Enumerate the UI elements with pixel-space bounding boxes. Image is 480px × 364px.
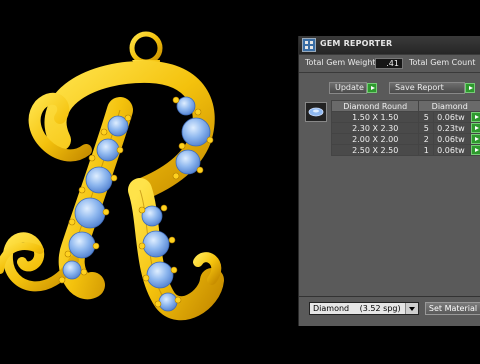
- panel-title: GEM REPORTER: [320, 39, 392, 48]
- bail-ring: [132, 34, 160, 62]
- table-row[interactable]: 2.50 X 2.50 1 0.06tw: [332, 145, 480, 156]
- row-go-cell[interactable]: [470, 112, 480, 123]
- gem-count: 5: [419, 123, 434, 134]
- update-go-icon[interactable]: [367, 83, 377, 93]
- column-header-shape: Diamond Round: [332, 101, 419, 112]
- gem-count: 2: [419, 134, 434, 145]
- table-row[interactable]: 2.00 X 2.00 2 0.06tw: [332, 134, 480, 145]
- green-arrow-icon[interactable]: [471, 145, 480, 155]
- save-report-button[interactable]: Save Report: [389, 82, 465, 94]
- material-select[interactable]: Diamond (3.52 spg): [309, 302, 419, 315]
- row-go-cell[interactable]: [470, 145, 480, 156]
- green-arrow-icon[interactable]: [471, 134, 480, 144]
- gem-size: 2.00 X 2.00: [332, 134, 419, 145]
- column-header-material: Diamond: [419, 101, 480, 112]
- update-button[interactable]: Update: [329, 82, 367, 94]
- panel-titlebar[interactable]: GEM REPORTER: [299, 36, 480, 54]
- row-go-cell[interactable]: [470, 123, 480, 134]
- gem-count: 1: [419, 145, 434, 156]
- chevron-down-icon[interactable]: [405, 303, 418, 314]
- set-material-button[interactable]: Set Material: [425, 302, 480, 315]
- table-row[interactable]: 1.50 X 1.50 5 0.06tw: [332, 112, 480, 123]
- gem-size: 1.50 X 1.50: [332, 112, 419, 123]
- green-arrow-icon[interactable]: [471, 112, 480, 122]
- material-select-value: Diamond: [313, 304, 349, 313]
- pendant-render: [0, 0, 298, 360]
- save-report-go-icon[interactable]: [465, 83, 475, 93]
- gem-weight: 0.06tw: [434, 134, 471, 145]
- divider: [299, 54, 480, 55]
- gem-size: 2.50 X 2.50: [332, 145, 419, 156]
- total-weight-label: Total Gem Weight: [305, 58, 376, 67]
- table-row[interactable]: 2.30 X 2.30 5 0.23tw: [332, 123, 480, 134]
- divider: [299, 72, 480, 73]
- gem-weight: 0.23tw: [434, 123, 471, 134]
- total-weight-field: .41: [375, 58, 403, 69]
- gem-size: 2.30 X 2.30: [332, 123, 419, 134]
- total-count-label: Total Gem Count: [409, 58, 475, 67]
- material-density: (3.52 spg): [360, 304, 401, 313]
- row-go-cell[interactable]: [470, 134, 480, 145]
- gem-weight: 0.06tw: [434, 112, 471, 123]
- gem-reporter-app-icon: [302, 38, 316, 52]
- 3d-viewport[interactable]: [0, 0, 298, 360]
- gem-table: Diamond Round Diamond 1.50 X 1.50 5 0.06…: [331, 100, 480, 156]
- round-diamond-icon: [305, 102, 327, 122]
- divider: [299, 296, 480, 297]
- green-arrow-icon[interactable]: [471, 123, 480, 133]
- gem-reporter-panel: GEM REPORTER Total Gem Weight .41 Total …: [298, 36, 480, 326]
- gem-count: 5: [419, 112, 434, 123]
- gem-weight: 0.06tw: [434, 145, 471, 156]
